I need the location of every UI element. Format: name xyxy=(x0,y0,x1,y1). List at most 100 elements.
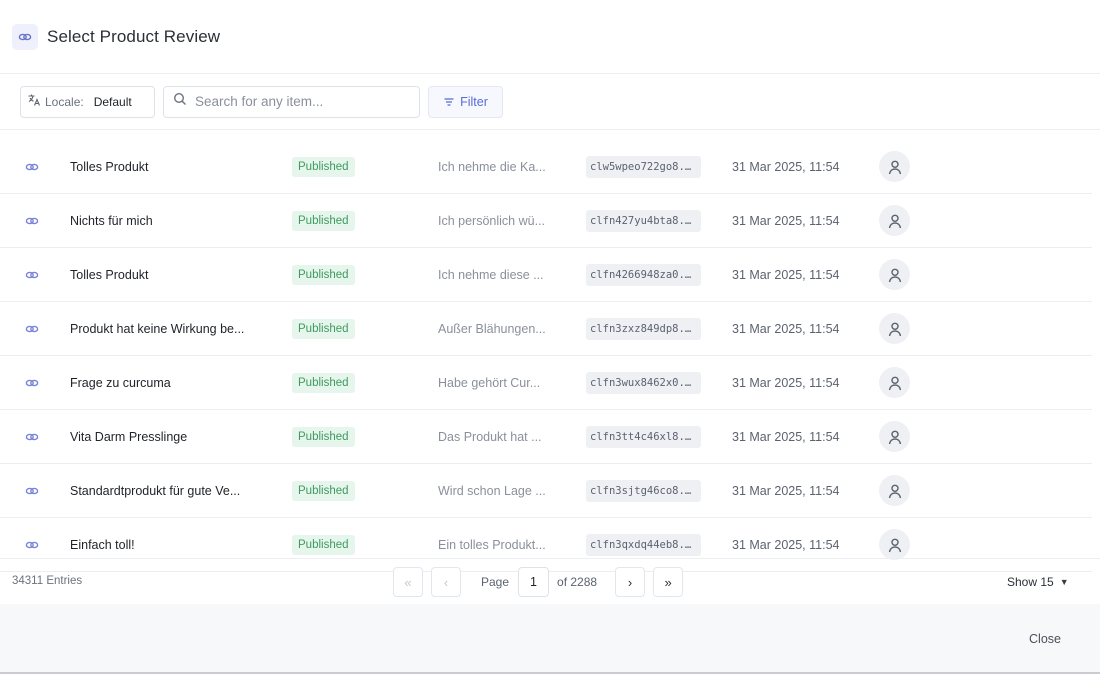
link-icon xyxy=(25,430,39,447)
status-badge: Published xyxy=(292,156,355,177)
user-icon xyxy=(887,483,903,499)
locale-selector[interactable]: Locale: Default xyxy=(20,85,155,118)
table-row[interactable]: Tolles Produkt Published Ich nehme die Ka.… xyxy=(0,140,1092,194)
entry-id: clfn3wux8462x0... xyxy=(586,371,701,394)
updated-date: 31 Mar 2025, 11:54 xyxy=(732,429,840,444)
avatar xyxy=(879,475,910,506)
user-icon xyxy=(887,375,903,391)
user-icon xyxy=(887,321,903,337)
link-icon xyxy=(25,214,39,231)
status-badge: Published xyxy=(292,480,355,501)
page-label: Page xyxy=(481,575,510,589)
pagination-bar: 34311 Entries « ‹ Page of 2288 › » Show … xyxy=(0,558,1100,604)
entry-id: clfn3qxdq44eb8... xyxy=(586,533,701,556)
review-title: Vita Darm Presslinge xyxy=(70,429,188,444)
updated-date: 31 Mar 2025, 11:54 xyxy=(732,213,840,228)
updated-date: 31 Mar 2025, 11:54 xyxy=(732,159,840,174)
table-row[interactable]: Tolles Produkt Published Ich nehme diese .… xyxy=(0,248,1092,302)
user-icon xyxy=(887,267,903,283)
avatar xyxy=(879,313,910,344)
prev-page-button[interactable]: ‹ xyxy=(431,567,461,597)
updated-date: 31 Mar 2025, 11:54 xyxy=(732,321,840,336)
filter-icon xyxy=(444,97,454,106)
table-row[interactable]: Produkt hat keine Wirkung be... Published… xyxy=(0,302,1092,356)
locale-value: Default xyxy=(93,94,132,109)
avatar xyxy=(879,205,910,236)
user-icon xyxy=(887,429,903,445)
link-icon xyxy=(25,538,39,555)
close-button[interactable]: Close xyxy=(1029,632,1061,646)
entry-id: clw5wpeo722go8... xyxy=(586,155,701,178)
chevron-right-icon: › xyxy=(627,574,633,590)
double-chevron-left-icon: « xyxy=(404,574,412,590)
status-badge: Published xyxy=(292,426,355,447)
status-badge: Published xyxy=(292,318,355,339)
user-icon xyxy=(887,537,903,553)
toolbar: Locale: Default Filter xyxy=(0,74,1100,130)
avatar xyxy=(879,421,910,452)
total-pages-label: of 2288 xyxy=(557,575,598,589)
review-text: Außer Blähungen... xyxy=(438,321,546,336)
entry-id: clfn3sjtg46co8... xyxy=(586,479,701,502)
user-icon xyxy=(887,159,903,175)
filter-label: Filter xyxy=(460,94,488,109)
search-box xyxy=(163,85,420,118)
table-row[interactable]: Vita Darm Presslinge Published Das Produkt… xyxy=(0,410,1092,464)
review-text: Habe gehört Cur... xyxy=(438,375,541,390)
page-size-label: Show 15 xyxy=(1007,575,1054,589)
review-title: Nichts für mich xyxy=(70,213,153,228)
status-badge: Published xyxy=(292,372,355,393)
entry-id: clfn427yu4bta8... xyxy=(586,209,701,232)
review-title: Einfach toll! xyxy=(70,537,135,552)
link-icon xyxy=(12,23,38,50)
status-badge: Published xyxy=(292,210,355,231)
page-size-select[interactable]: Show 15 ▼ xyxy=(1007,575,1069,589)
status-badge: Published xyxy=(292,534,355,555)
filter-button[interactable]: Filter xyxy=(428,85,503,118)
first-page-button[interactable]: « xyxy=(393,567,423,597)
review-title: Frage zu curcuma xyxy=(70,375,171,390)
link-icon xyxy=(25,376,39,393)
review-title: Tolles Produkt xyxy=(70,267,149,282)
updated-date: 31 Mar 2025, 11:54 xyxy=(732,537,840,552)
updated-date: 31 Mar 2025, 11:54 xyxy=(732,267,840,282)
avatar xyxy=(879,367,910,398)
dialog-title: Select Product Review xyxy=(47,26,221,46)
review-title: Tolles Produkt xyxy=(70,159,149,174)
review-text: Wird schon Lage ... xyxy=(438,483,546,498)
entry-id: clfn3zxz849dp8... xyxy=(586,317,701,340)
double-chevron-right-icon: » xyxy=(664,574,672,590)
next-page-button[interactable]: › xyxy=(615,567,646,597)
table-row[interactable]: Nichts für mich Published Ich persönlich w… xyxy=(0,194,1092,248)
locale-label: Locale: xyxy=(45,94,84,109)
table-row[interactable]: Standardtprodukt für gute Ve... Published… xyxy=(0,464,1092,518)
table-row[interactable]: Frage zu curcuma Published Habe gehört Cur… xyxy=(0,356,1092,410)
search-icon xyxy=(173,92,187,111)
review-text: Ein tolles Produkt... xyxy=(438,537,546,552)
pager: « ‹ Page of 2288 › » xyxy=(393,567,684,597)
link-icon xyxy=(25,160,39,177)
updated-date: 31 Mar 2025, 11:54 xyxy=(732,483,840,498)
avatar xyxy=(879,151,910,182)
review-text: Ich nehme diese ... xyxy=(438,267,544,282)
entry-id: clfn3tt4c46xl8... xyxy=(586,425,701,448)
translate-icon xyxy=(27,93,41,110)
entries-count: 34311 Entries xyxy=(12,575,83,587)
review-text: Ich nehme die Ka... xyxy=(438,159,546,174)
chevron-left-icon: ‹ xyxy=(443,574,449,590)
select-product-review-dialog: Select Product Review Locale: Default Fi… xyxy=(0,0,1100,676)
link-icon xyxy=(25,484,39,501)
link-icon xyxy=(25,268,39,285)
entry-id: clfn4266948za0... xyxy=(586,263,701,286)
dialog-header: Select Product Review xyxy=(0,0,1100,74)
review-text: Das Produkt hat ... xyxy=(438,429,542,444)
user-icon xyxy=(887,213,903,229)
status-badge: Published xyxy=(292,264,355,285)
link-icon xyxy=(25,322,39,339)
search-input[interactable] xyxy=(195,94,395,109)
page-number-input[interactable] xyxy=(518,567,550,597)
last-page-button[interactable]: » xyxy=(653,567,684,597)
avatar xyxy=(879,529,910,560)
review-list: Tolles Produkt Published Ich nehme die Ka.… xyxy=(0,140,1092,572)
review-text: Ich persönlich wü... xyxy=(438,213,545,228)
